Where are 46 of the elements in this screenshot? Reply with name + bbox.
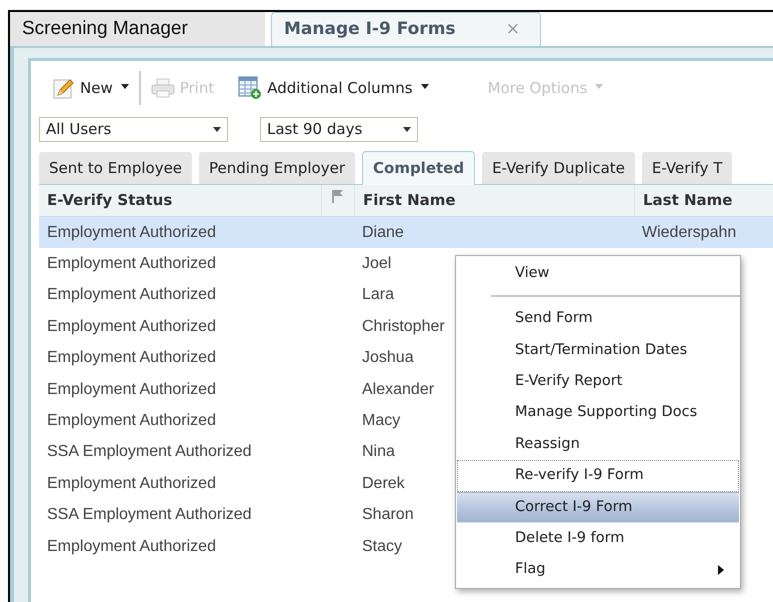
status-tab[interactable]: Completed [362,151,476,185]
caret-icon [420,84,429,88]
filter-dropdown[interactable]: All Users [39,117,228,142]
table-cell[interactable]: Employment Authorized [39,374,354,406]
caret-icon [403,127,411,132]
app-tab[interactable]: Screening Manager [10,12,265,46]
menu-item[interactable]: E-Verify Report [457,366,739,398]
column-header[interactable]: First Name [363,189,456,212]
status-tab[interactable]: E-Verify Duplicate [482,152,635,184]
caret-icon [595,84,604,88]
menu-item[interactable]: Correct I-9 Form [457,492,739,524]
column-header[interactable]: E-Verify Status [47,189,172,212]
menu-item[interactable]: Reassign [457,428,739,460]
caret-icon [120,84,129,88]
table-cell[interactable]: Wiederspahn [634,217,773,248]
table-cell[interactable]: Employment Authorized [39,468,354,500]
menu-item[interactable]: Delete I-9 form [457,523,739,555]
table-cell[interactable]: SSA Employment Authorized [39,436,354,468]
table-cell[interactable]: Employment Authorized [39,217,354,248]
menu-item[interactable]: Start/Termination Dates [457,334,739,366]
table-cell[interactable]: Employment Authorized [39,248,354,280]
status-tab[interactable]: Pending Employer [199,152,355,184]
table-cell[interactable]: Employment Authorized [39,280,354,312]
menu-item[interactable]: View [457,258,739,290]
status-tab[interactable]: E-Verify T [642,152,732,184]
table-cell[interactable]: Employment Authorized [39,405,354,437]
menu-item[interactable]: Flag [457,554,739,586]
table-add-icon [238,76,262,100]
app-tab[interactable]: Manage I-9 Forms × [271,12,541,46]
menu-item[interactable]: Send Form [457,303,739,335]
menu-item[interactable]: Manage Supporting Docs [457,398,739,429]
status-tab[interactable]: Sent to Employee [39,152,192,184]
printer-icon [150,78,175,98]
caret-icon [213,127,221,132]
filter-dropdown[interactable]: Last 90 days [260,117,418,142]
table-cell[interactable]: Employment Authorized [39,530,354,562]
table-cell[interactable]: Employment Authorized [39,342,354,374]
flag-icon[interactable] [331,189,345,203]
table-cell[interactable]: Diane [354,217,634,248]
column-header[interactable]: Last Name [643,189,732,212]
toolbar-button[interactable]: New [53,76,129,100]
submenu-arrow-icon [718,565,724,576]
toolbar-button[interactable]: Additional Columns [238,76,429,100]
table-cell[interactable]: SSA Employment Authorized [39,500,354,531]
table-cell[interactable]: Employment Authorized [39,311,354,343]
pencil-icon [53,77,75,99]
